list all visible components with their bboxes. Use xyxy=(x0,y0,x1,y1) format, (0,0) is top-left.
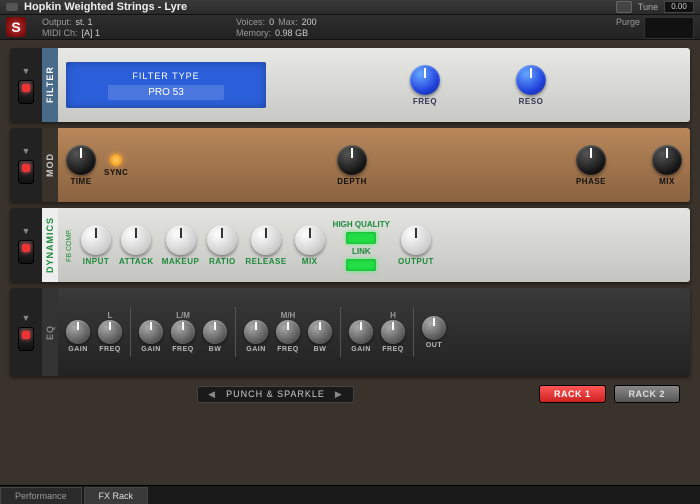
chorus-power-switch[interactable] xyxy=(18,160,34,184)
hq-label: HIGH QUALITY xyxy=(333,220,390,229)
purge-button[interactable]: Purge xyxy=(616,17,640,27)
eq-h-freq-knob[interactable]: FREQ xyxy=(381,320,405,353)
tab-strip: Performance FX Rack xyxy=(0,485,700,504)
filter-unit: ▼ FILTER FILTER TYPE PRO 53 FREQ RESO xyxy=(10,48,690,122)
chorus-depth-knob[interactable]: DEPTH xyxy=(337,145,367,186)
dynamics-section-label: DYNAMICS xyxy=(42,208,58,282)
filter-freq-knob[interactable]: FREQ xyxy=(410,65,440,106)
eq-band-lm: GAIN L/M FREQ BW xyxy=(139,311,227,353)
app-window: Hopkin Weighted Strings - Lyre Tune 0.00… xyxy=(0,0,700,504)
output-label: Output: xyxy=(42,17,72,27)
eq-band-l: GAIN L FREQ xyxy=(66,311,122,353)
eq-h-label: H xyxy=(390,311,396,320)
eq-lm-gain-knob[interactable]: GAIN xyxy=(139,320,163,353)
filter-lcd-title: FILTER TYPE xyxy=(132,71,199,81)
chorus-time-knob[interactable]: TIME xyxy=(66,145,96,186)
memory-value: 0.98 GB xyxy=(275,28,308,38)
preset-selector[interactable]: ◀ PUNCH & SPARKLE ▶ xyxy=(197,386,354,403)
tune-value[interactable]: 0.00 xyxy=(664,1,694,13)
tab-fx-rack[interactable]: FX Rack xyxy=(84,487,149,504)
output-value[interactable]: st. 1 xyxy=(76,17,93,27)
eq-section-label: EQ xyxy=(42,288,58,376)
filter-section-label: FILTER xyxy=(42,48,58,122)
dynamics-subsection: FB COMP. xyxy=(66,229,73,262)
chevron-down-icon[interactable]: ▼ xyxy=(22,147,31,156)
eq-lm-freq-knob[interactable]: FREQ xyxy=(171,320,195,353)
tab-performance[interactable]: Performance xyxy=(0,487,82,504)
dynamics-unit-left: ▼ xyxy=(10,208,42,282)
eq-lm-bw-knob[interactable]: BW xyxy=(203,320,227,353)
chevron-down-icon[interactable]: ▼ xyxy=(22,227,31,236)
info-bar: S Output: st. 1 MIDI Ch: [A] 1 Voices: 0 Max… xyxy=(0,15,700,40)
hq-led-button[interactable] xyxy=(346,232,376,244)
rack-footer: ◀ PUNCH & SPARKLE ▶ RACK 1 RACK 2 xyxy=(10,382,690,406)
midi-label: MIDI Ch: xyxy=(42,28,78,38)
max-value[interactable]: 200 xyxy=(302,17,317,27)
rack-area: ▼ FILTER FILTER TYPE PRO 53 FREQ RESO ▼ xyxy=(0,40,700,485)
dynamics-unit: ▼ DYNAMICS FB COMP. INPUT ATTACK MAKEUP … xyxy=(10,208,690,282)
eq-unit: ▼ EQ GAIN L FREQ GAIN L/M FREQ BW xyxy=(10,288,690,376)
link-led-button[interactable] xyxy=(346,259,376,271)
level-meter xyxy=(644,17,694,39)
eq-band-h: GAIN H FREQ xyxy=(349,311,405,353)
eq-mh-freq-knob[interactable]: FREQ xyxy=(276,320,300,353)
chorus-section-label: MOD xyxy=(42,128,58,202)
eq-out-knob[interactable]: OUT xyxy=(422,316,446,349)
chevron-down-icon[interactable]: ▼ xyxy=(22,67,31,76)
eq-l-gain-knob[interactable]: GAIN xyxy=(66,320,90,353)
preset-name: PUNCH & SPARKLE xyxy=(226,389,325,399)
memory-label: Memory: xyxy=(236,28,271,38)
preset-next-icon[interactable]: ▶ xyxy=(335,389,343,400)
filter-lcd[interactable]: FILTER TYPE PRO 53 xyxy=(66,62,266,108)
filter-reso-knob[interactable]: RESO xyxy=(516,65,546,106)
chorus-unit-left: ▼ xyxy=(10,128,42,202)
eq-l-label: L xyxy=(108,311,113,320)
filter-lcd-value: PRO 53 xyxy=(108,85,224,100)
filter-power-switch[interactable] xyxy=(18,80,34,104)
title-bar: Hopkin Weighted Strings - Lyre Tune 0.00 xyxy=(0,0,700,15)
voices-label: Voices: xyxy=(236,17,265,27)
rack1-button[interactable]: RACK 1 xyxy=(539,385,606,403)
vendor-logo-icon: S xyxy=(6,17,26,37)
eq-mh-label: M/H xyxy=(281,311,296,320)
eq-unit-left: ▼ xyxy=(10,288,42,376)
dyn-ratio-knob[interactable]: RATIO xyxy=(207,225,237,266)
snapshot-icon[interactable] xyxy=(616,1,632,13)
max-label: Max: xyxy=(278,17,298,27)
midi-value[interactable]: [A] 1 xyxy=(82,28,101,38)
eq-l-freq-knob[interactable]: FREQ xyxy=(98,320,122,353)
dyn-input-knob[interactable]: INPUT xyxy=(81,225,111,266)
dynamics-power-switch[interactable] xyxy=(18,240,34,264)
link-label: LINK xyxy=(352,247,371,256)
preset-prev-icon[interactable]: ◀ xyxy=(208,389,216,400)
dyn-mix-knob[interactable]: MIX xyxy=(295,225,325,266)
rack2-button[interactable]: RACK 2 xyxy=(614,385,681,403)
voices-value: 0 xyxy=(269,17,274,27)
dyn-output-knob[interactable]: OUTPUT xyxy=(398,225,434,266)
chorus-sync-button[interactable]: SYNC xyxy=(104,154,128,177)
chorus-mix-knob[interactable]: MIX xyxy=(652,145,682,186)
dyn-attack-knob[interactable]: ATTACK xyxy=(119,225,154,266)
eq-h-gain-knob[interactable]: GAIN xyxy=(349,320,373,353)
instrument-title: Hopkin Weighted Strings - Lyre xyxy=(24,1,187,13)
chorus-phase-knob[interactable]: PHASE xyxy=(576,145,606,186)
dyn-release-knob[interactable]: RELEASE xyxy=(245,225,286,266)
eq-mh-bw-knob[interactable]: BW xyxy=(308,320,332,353)
chorus-unit: ▼ MOD TIME SYNC DEPTH PHASE MIX xyxy=(10,128,690,202)
eq-power-switch[interactable] xyxy=(18,327,34,351)
eq-band-mh: GAIN M/H FREQ BW xyxy=(244,311,332,353)
dyn-makeup-knob[interactable]: MAKEUP xyxy=(162,225,200,266)
drag-handle-icon[interactable] xyxy=(6,3,18,11)
chevron-down-icon[interactable]: ▼ xyxy=(22,314,31,323)
tune-label: Tune xyxy=(638,2,658,12)
filter-unit-left: ▼ xyxy=(10,48,42,122)
dyn-options: HIGH QUALITY LINK xyxy=(333,220,390,271)
eq-lm-label: L/M xyxy=(176,311,190,320)
eq-mh-gain-knob[interactable]: GAIN xyxy=(244,320,268,353)
